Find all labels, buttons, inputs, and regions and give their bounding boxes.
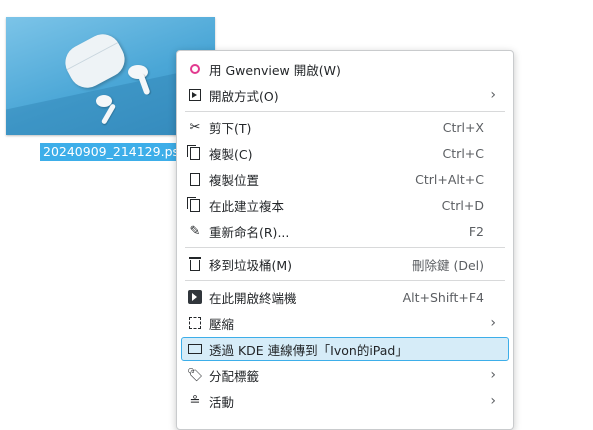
terminal-icon — [187, 289, 203, 305]
chevron-right-icon: › — [490, 315, 496, 331]
chevron-right-icon: › — [490, 367, 496, 383]
menu-item-copy[interactable]: 複製(C) Ctrl+C — [181, 141, 509, 165]
menu-item-move-to-trash[interactable]: 移到垃圾桶(M) 刪除鍵 (Del) — [181, 252, 509, 276]
menu-item-shortcut: Alt+Shift+F4 — [402, 289, 484, 305]
menu-item-rename[interactable]: ✎ 重新命名(R)... F2 — [181, 219, 509, 243]
tag-icon: 🏷︎ — [186, 367, 204, 383]
menu-item-cut[interactable]: ✂ 剪下(T) Ctrl+X — [181, 115, 509, 139]
menu-item-open-with[interactable]: 開啟方式(O) › — [181, 83, 509, 107]
menu-item-label: 壓縮 — [209, 316, 235, 332]
trash-icon — [187, 256, 203, 272]
menu-item-shortcut: Ctrl+Alt+C — [415, 171, 484, 187]
menu-item-assign-tags[interactable]: 🏷︎ 分配標籤 › — [181, 363, 509, 387]
menu-item-shortcut: F2 — [468, 223, 484, 239]
menu-separator — [185, 280, 505, 281]
rename-icon: ✎ — [189, 223, 201, 239]
menu-item-label: 複製(C) — [209, 146, 253, 162]
menu-item-label: 在此開啟終端機 — [209, 290, 297, 306]
menu-item-label: 透過 KDE 連線傳到「Ivon的iPad」 — [209, 342, 408, 358]
menu-item-compress[interactable]: 壓縮 › — [181, 311, 509, 335]
kde-connect-device-icon — [187, 341, 203, 357]
menu-item-label: 複製位置 — [209, 172, 260, 188]
menu-item-label: 用 Gwenview 開啟(W) — [209, 62, 341, 78]
file-name-label[interactable]: 20240909_214129.psd — [40, 143, 190, 161]
menu-item-label: 開啟方式(O) — [209, 88, 279, 104]
menu-item-activities[interactable]: ≗ 活動 › — [181, 389, 509, 413]
menu-item-label: 重新命名(R)... — [209, 224, 290, 240]
menu-item-label: 剪下(T) — [209, 120, 252, 136]
open-with-icon — [187, 87, 203, 103]
menu-item-duplicate[interactable]: 在此建立複本 Ctrl+D — [181, 193, 509, 217]
menu-item-label: 活動 — [209, 394, 235, 410]
menu-item-copy-location[interactable]: 複製位置 Ctrl+Alt+C — [181, 167, 509, 191]
menu-item-label: 分配標籤 — [209, 368, 260, 384]
menu-separator — [185, 247, 505, 248]
menu-item-open-with-gwenview[interactable]: 用 Gwenview 開啟(W) — [181, 57, 509, 81]
context-menu: 用 Gwenview 開啟(W) 開啟方式(O) › ✂ 剪下(T) Ctrl+… — [176, 50, 514, 430]
copy-location-icon — [187, 171, 203, 187]
menu-item-shortcut: Ctrl+D — [441, 197, 484, 213]
menu-item-shortcut: Ctrl+C — [442, 145, 484, 161]
menu-item-open-terminal[interactable]: 在此開啟終端機 Alt+Shift+F4 — [181, 285, 509, 309]
gwenview-icon — [187, 61, 203, 77]
menu-item-label: 移到垃圾桶(M) — [209, 257, 293, 273]
menu-separator — [185, 111, 505, 112]
copy-icon — [187, 144, 203, 161]
menu-item-send-via-kde-connect[interactable]: 透過 KDE 連線傳到「Ivon的iPad」 — [181, 337, 509, 361]
cut-icon: ✂ — [189, 119, 201, 135]
duplicate-icon — [187, 196, 203, 213]
compress-icon — [187, 315, 203, 331]
menu-item-label: 在此建立複本 — [209, 198, 285, 214]
menu-item-shortcut: 刪除鍵 (Del) — [411, 257, 484, 273]
chevron-right-icon: › — [490, 87, 496, 103]
activities-icon: ≗ — [189, 393, 201, 409]
menu-item-shortcut: Ctrl+X — [442, 119, 484, 135]
chevron-right-icon: › — [490, 393, 496, 409]
